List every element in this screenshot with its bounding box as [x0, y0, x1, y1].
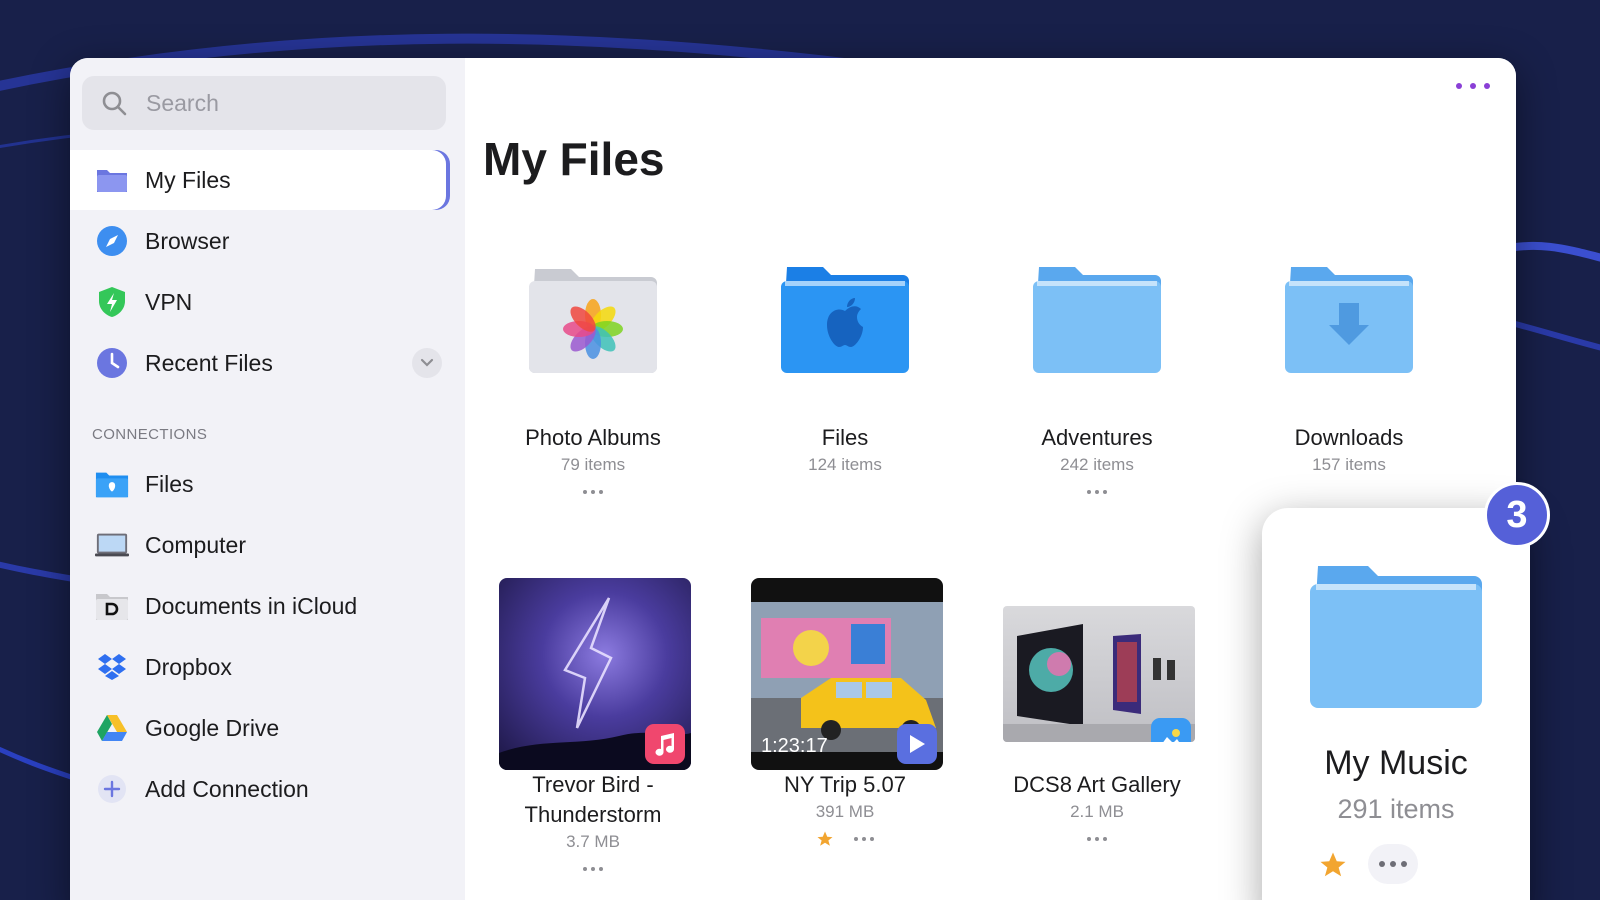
item-more-button[interactable] — [977, 836, 1217, 842]
sidebar-item-label: Documents in iCloud — [145, 592, 358, 619]
file-tile-ny-trip[interactable]: 1:23:17 NY Trip 5.07 391 MB — [725, 578, 965, 848]
sidebar-item-label: Google Drive — [145, 714, 280, 741]
plus-icon — [95, 772, 129, 806]
search-placeholder: Search — [146, 89, 219, 116]
more-dot — [1470, 83, 1476, 89]
photos-folder-icon — [529, 269, 657, 373]
folder-name: My Music — [1324, 744, 1468, 782]
sidebar-item-dropbox[interactable]: Dropbox — [70, 637, 450, 697]
play-icon[interactable] — [897, 724, 937, 764]
photo-icon — [1151, 718, 1191, 742]
sidebar-item-label: Browser — [145, 227, 230, 254]
item-more-button[interactable] — [473, 866, 713, 872]
sidebar-item-my-files[interactable]: My Files — [70, 150, 450, 210]
drag-count-badge: 3 — [1484, 482, 1550, 548]
star-icon[interactable] — [1318, 850, 1348, 880]
folder-meta: 124 items — [808, 455, 882, 474]
file-tile-art-gallery[interactable]: DCS8 Art Gallery 2.1 MB — [977, 578, 1217, 842]
image-thumbnail — [1003, 606, 1195, 742]
connections-header: CONNECTIONS — [92, 426, 208, 443]
folder-name: Downloads — [1294, 425, 1404, 450]
music-note-icon — [645, 724, 685, 764]
folder-meta: 157 items — [1312, 455, 1386, 474]
sidebar-item-vpn[interactable]: VPN — [70, 272, 450, 332]
folder-name: Photo Albums — [525, 425, 661, 450]
sidebar-item-documents-icloud[interactable]: Documents in iCloud — [70, 576, 450, 636]
folder-name: Adventures — [1041, 425, 1153, 450]
computer-icon — [95, 528, 129, 562]
sidebar: Search My Files Browser VPN Recent Files — [70, 58, 465, 900]
sidebar-item-label: Computer — [145, 531, 246, 558]
dropbox-icon — [95, 650, 129, 684]
more-dot — [1456, 83, 1462, 89]
sidebar-item-files[interactable]: Files — [70, 454, 450, 514]
file-tile-thunderstorm[interactable]: Trevor Bird - Thunderstorm 3.7 MB — [473, 578, 713, 872]
video-duration: 1:23:17 — [761, 735, 828, 757]
folder-icon — [1033, 267, 1161, 373]
file-meta: 3.7 MB — [566, 832, 620, 851]
folder-meta: 291 items — [1337, 794, 1455, 824]
sidebar-item-label: Files — [145, 470, 194, 497]
sidebar-item-label: Recent Files — [145, 349, 273, 376]
star-icon[interactable] — [816, 830, 834, 848]
audio-thumbnail — [499, 578, 691, 770]
chevron-down-icon[interactable] — [412, 348, 442, 378]
drag-preview-card[interactable]: My Music 291 items — [1262, 508, 1530, 900]
documents-icon — [95, 589, 129, 623]
sidebar-item-google-drive[interactable]: Google Drive — [70, 698, 450, 758]
compass-icon — [95, 224, 129, 258]
more-button[interactable] — [1368, 844, 1418, 884]
shield-icon — [95, 285, 129, 319]
item-more-button[interactable] — [977, 489, 1217, 495]
search-field[interactable]: Search — [82, 76, 446, 130]
sidebar-item-label: Dropbox — [145, 653, 232, 680]
folder-tile-downloads[interactable]: Downloads 157 items — [1229, 253, 1469, 475]
search-icon — [102, 91, 127, 116]
page-title: My Files — [483, 133, 665, 185]
sidebar-item-browser[interactable]: Browser — [70, 211, 450, 271]
more-dot — [1484, 83, 1490, 89]
sidebar-item-add-connection[interactable]: Add Connection — [70, 759, 450, 819]
more-options-button[interactable] — [1456, 76, 1490, 96]
apple-folder-icon — [781, 267, 909, 373]
files-app-icon — [95, 467, 129, 501]
sidebar-item-label: Add Connection — [145, 775, 309, 802]
clock-icon — [95, 346, 129, 380]
folder-tile-adventures[interactable]: Adventures 242 items — [977, 253, 1217, 495]
sidebar-item-computer[interactable]: Computer — [70, 515, 450, 575]
google-drive-icon — [95, 711, 129, 745]
sidebar-item-recent-files[interactable]: Recent Files — [70, 333, 450, 393]
sidebar-item-label: VPN — [145, 288, 193, 315]
folder-icon — [95, 163, 129, 197]
folder-meta: 79 items — [560, 455, 626, 474]
item-more-button[interactable] — [473, 489, 713, 495]
video-thumbnail: 1:23:17 — [751, 578, 943, 770]
folder-tile-photo-albums[interactable]: Photo Albums 79 items — [473, 253, 713, 495]
folder-icon — [1310, 566, 1482, 708]
sidebar-item-label: My Files — [145, 166, 231, 193]
item-more-button[interactable] — [854, 836, 874, 842]
folder-meta: 242 items — [1060, 455, 1134, 474]
folder-name: Files — [821, 425, 869, 450]
folder-tile-files[interactable]: Files 124 items — [725, 253, 965, 475]
downloads-folder-icon — [1285, 267, 1413, 373]
